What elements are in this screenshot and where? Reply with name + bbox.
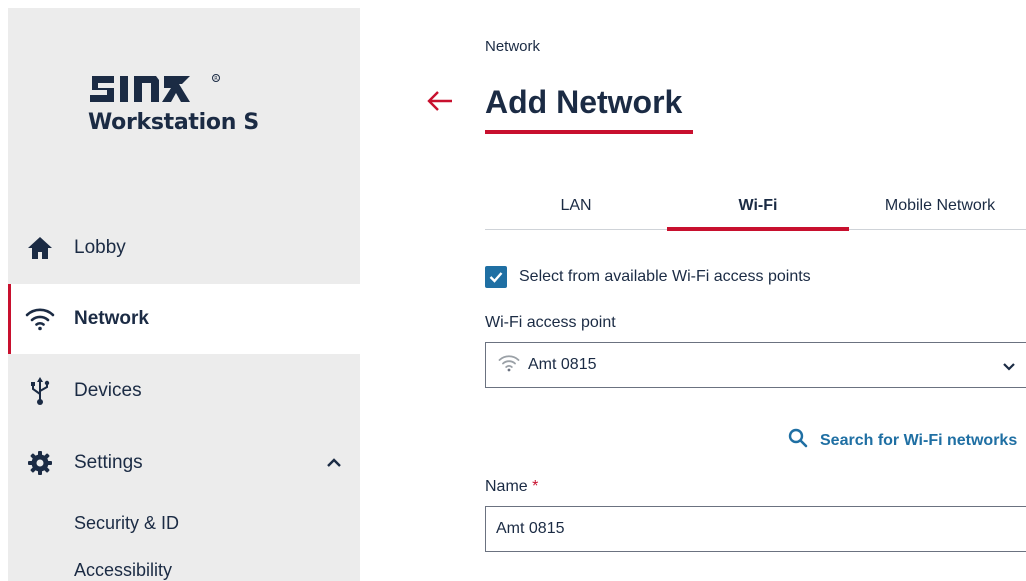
tab-wifi[interactable]: Wi-Fi <box>667 190 849 231</box>
sidebar-item-label: Lobby <box>74 237 126 258</box>
chevron-down-icon <box>1002 359 1016 377</box>
svg-text:R: R <box>214 76 218 82</box>
checkbox-checked[interactable] <box>485 266 507 288</box>
breadcrumb[interactable]: Network <box>485 38 540 55</box>
checkmark-icon <box>489 272 503 283</box>
search-wifi-networks-link[interactable]: Search for Wi-Fi networks <box>788 428 1017 453</box>
page-title: Add Network <box>485 84 683 120</box>
access-point-value: Amt 0815 <box>528 356 597 373</box>
title-underline <box>485 130 693 134</box>
sidebar-item-lobby[interactable]: Lobby <box>8 213 360 283</box>
sidebar: R Workstation S Lobby Network Devices Se… <box>8 8 360 581</box>
search-link-label: Search for Wi-Fi networks <box>820 431 1018 449</box>
access-point-select[interactable]: Amt 0815 <box>485 342 1026 388</box>
sidebar-item-settings[interactable]: Settings <box>8 428 360 498</box>
name-field-label: Name * <box>485 478 538 496</box>
usb-icon <box>22 376 58 406</box>
checkbox-label: Select from available Wi-Fi access point… <box>519 268 811 285</box>
network-type-tabs: LAN Wi-Fi Mobile Network <box>485 190 1026 231</box>
access-point-label: Wi-Fi access point <box>485 314 616 331</box>
home-icon <box>22 233 58 263</box>
sina-wordmark: R <box>88 70 308 108</box>
sidebar-subitem-security[interactable]: Security & ID <box>74 513 179 534</box>
chevron-up-icon[interactable] <box>326 454 342 472</box>
name-input[interactable] <box>485 506 1026 552</box>
required-marker: * <box>532 478 539 495</box>
sidebar-subitem-accessibility[interactable]: Accessibility <box>74 560 172 581</box>
select-access-point-option[interactable]: Select from available Wi-Fi access point… <box>485 266 811 288</box>
gear-icon <box>22 448 58 478</box>
sidebar-item-label: Settings <box>74 452 143 473</box>
sina-logo: R Workstation S <box>88 70 308 135</box>
sidebar-item-label: Devices <box>74 380 142 401</box>
sidebar-item-network[interactable]: Network <box>8 284 360 354</box>
sidebar-item-label: Network <box>74 308 149 329</box>
search-icon <box>788 428 808 453</box>
logo-product-name: Workstation S <box>88 110 259 135</box>
wifi-signal-icon <box>498 354 520 377</box>
tab-lan[interactable]: LAN <box>485 190 667 230</box>
sidebar-item-devices[interactable]: Devices <box>8 356 360 426</box>
back-arrow-icon[interactable] <box>426 90 454 117</box>
tab-mobile-network[interactable]: Mobile Network <box>849 190 1026 230</box>
name-label-text: Name <box>485 478 528 495</box>
wifi-icon <box>22 304 58 334</box>
